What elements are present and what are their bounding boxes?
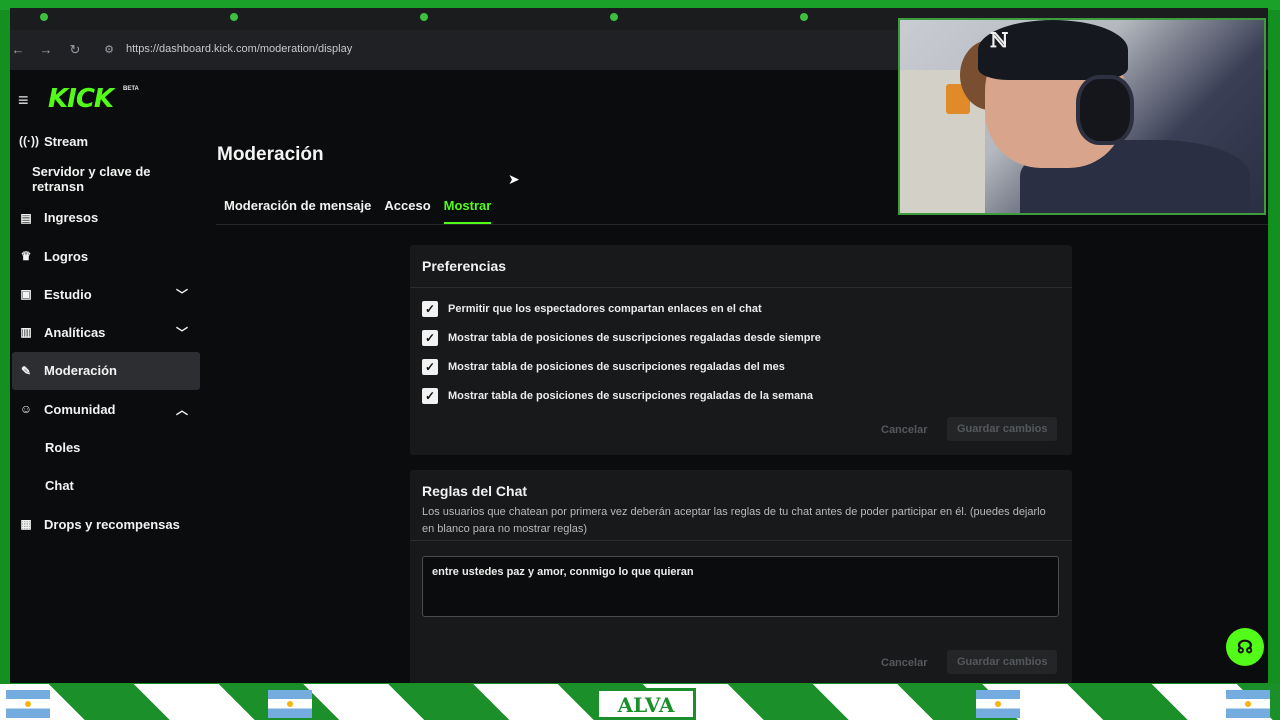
chat-rules-title: Reglas del Chat: [422, 483, 528, 499]
chevron-down-icon[interactable]: ﹀: [176, 286, 188, 303]
broadcast-icon: ((·)): [19, 134, 39, 148]
checkbox-checked[interactable]: ✓: [422, 388, 438, 404]
menu-icon[interactable]: ≡: [18, 90, 34, 111]
page-title: Moderación: [217, 144, 324, 165]
sidebar-item-analiticas[interactable]: ▥ Analíticas ﹀: [12, 313, 200, 351]
preference-label: Mostrar tabla de posiciones de suscripci…: [448, 332, 821, 344]
preference-label: Permitir que los espectadores compartan …: [448, 303, 762, 315]
sidebar-item-label: Comunidad: [44, 401, 116, 417]
sidebar-item-stream[interactable]: ((·)) Stream: [12, 122, 200, 160]
wallet-icon: ▤: [20, 210, 32, 225]
divider: [410, 540, 1072, 541]
preference-label: Mostrar tabla de posiciones de suscripci…: [448, 361, 785, 373]
sidebar-item-label: Estudio: [44, 286, 92, 302]
sidebar-item-logros[interactable]: ♛ Logros: [12, 237, 200, 275]
preference-option[interactable]: ✓ Permitir que los espectadores comparta…: [422, 301, 762, 317]
browser-tab[interactable]: [230, 12, 380, 26]
save-button[interactable]: Guardar cambios: [947, 650, 1058, 674]
sidebar-item-label: Logros: [44, 248, 89, 264]
site-settings-icon[interactable]: ⚙: [102, 43, 116, 57]
preference-option[interactable]: ✓ Mostrar tabla de posiciones de suscrip…: [422, 330, 821, 346]
chevron-down-icon[interactable]: ﹀: [176, 324, 188, 341]
preference-option[interactable]: ✓ Mostrar tabla de posiciones de suscrip…: [422, 388, 813, 404]
analytics-icon: ▥: [20, 325, 32, 340]
url-field[interactable]: https://dashboard.kick.com/moderation/di…: [126, 43, 352, 55]
argentina-flag-icon: [976, 690, 1020, 718]
chat-rules-input[interactable]: entre ustedes paz y amor, conmigo lo que…: [422, 556, 1059, 617]
chevron-up-icon[interactable]: ︿: [176, 401, 188, 418]
trophy-icon: ♛: [20, 248, 32, 263]
sidebar-item-estudio[interactable]: ▣ Estudio ﹀: [12, 275, 200, 313]
reload-icon[interactable]: ↻: [67, 42, 83, 58]
chat-rules-card: Reglas del Chat Los usuarios que chatean…: [410, 470, 1072, 683]
ny-logo-icon: ℕ: [990, 28, 1009, 52]
sidebar-item-chat[interactable]: Chat: [12, 467, 200, 505]
tab-mostrar[interactable]: Mostrar: [443, 198, 492, 224]
argentina-flag-icon: [1226, 690, 1270, 718]
studio-icon: ▣: [20, 287, 32, 302]
sidebar-item-drops[interactable]: ▦ Drops y recompensas: [12, 505, 200, 543]
browser-tab[interactable]: [40, 12, 190, 26]
sidebar-item-label: Ingresos: [44, 210, 99, 226]
argentina-flag-icon: [268, 690, 312, 718]
sidebar-item-ingresos[interactable]: ▤ Ingresos: [12, 199, 200, 237]
sidebar-item-label: Chat: [45, 478, 74, 494]
preference-label: Mostrar tabla de posiciones de suscripci…: [448, 390, 813, 402]
wrench-icon: ✎: [20, 363, 32, 378]
back-icon[interactable]: ←: [10, 42, 26, 57]
tab-divider: [216, 224, 1268, 225]
community-icon: ☺: [19, 402, 33, 417]
sidebar-item-label: Analíticas: [44, 325, 106, 341]
tab-moderacion-de-mensaje[interactable]: Moderación de mensaje: [224, 198, 371, 224]
cancel-button[interactable]: Cancelar: [881, 657, 927, 669]
save-button[interactable]: Guardar cambios: [947, 417, 1058, 441]
tab-acceso[interactable]: Acceso: [384, 198, 430, 224]
sidebar-item-label: Drops y recompensas: [44, 516, 180, 532]
sidebar-item-stream-key[interactable]: Servidor y clave de retransn: [12, 160, 200, 198]
tab-bar: Moderación de mensaje Acceso Mostrar: [224, 198, 492, 224]
browser-tab[interactable]: [610, 12, 760, 26]
sidebar-item-moderacion[interactable]: ✎ Moderación: [12, 351, 200, 391]
chat-rules-description: Los usuarios que chatean por primera vez…: [422, 506, 1046, 535]
alva-logo: ALVA: [596, 688, 696, 720]
sidebar-item-label: Servidor y clave de retransn: [32, 164, 151, 195]
sidebar-item-roles[interactable]: Roles: [12, 428, 200, 466]
sidebar-item-comunidad[interactable]: ☺ Comunidad ︿: [12, 390, 200, 428]
preference-option[interactable]: ✓ Mostrar tabla de posiciones de suscrip…: [422, 359, 785, 375]
checkbox-checked[interactable]: ✓: [422, 330, 438, 346]
checkbox-checked[interactable]: ✓: [422, 359, 438, 375]
sidebar-item-label: Stream: [44, 133, 89, 149]
cancel-button[interactable]: Cancelar: [881, 424, 927, 436]
webcam-overlay: ℕ: [898, 18, 1266, 215]
sidebar-item-label: Roles: [45, 440, 81, 456]
kick-logo[interactable]: KICK: [48, 84, 114, 114]
sidebar-item-label: Moderación: [44, 363, 117, 379]
support-chat-icon[interactable]: ☊: [1226, 628, 1264, 666]
checkbox-checked[interactable]: ✓: [422, 301, 438, 317]
browser-tab[interactable]: [420, 12, 570, 26]
gift-icon: ▦: [20, 516, 32, 531]
argentina-flag-icon: [6, 690, 50, 718]
sidebar: ((·)) Stream Servidor y clave de retrans…: [12, 122, 200, 543]
mouse-cursor-icon: ➤: [508, 171, 520, 187]
beta-badge: BETA: [123, 86, 139, 92]
forward-icon[interactable]: →: [38, 42, 54, 57]
browser-tab[interactable]: [800, 12, 900, 26]
headphones-icon: [1076, 75, 1134, 145]
preferences-card: Preferencias ✓ Permitir que los espectad…: [410, 245, 1072, 455]
preferences-title: Preferencias: [410, 245, 1072, 288]
